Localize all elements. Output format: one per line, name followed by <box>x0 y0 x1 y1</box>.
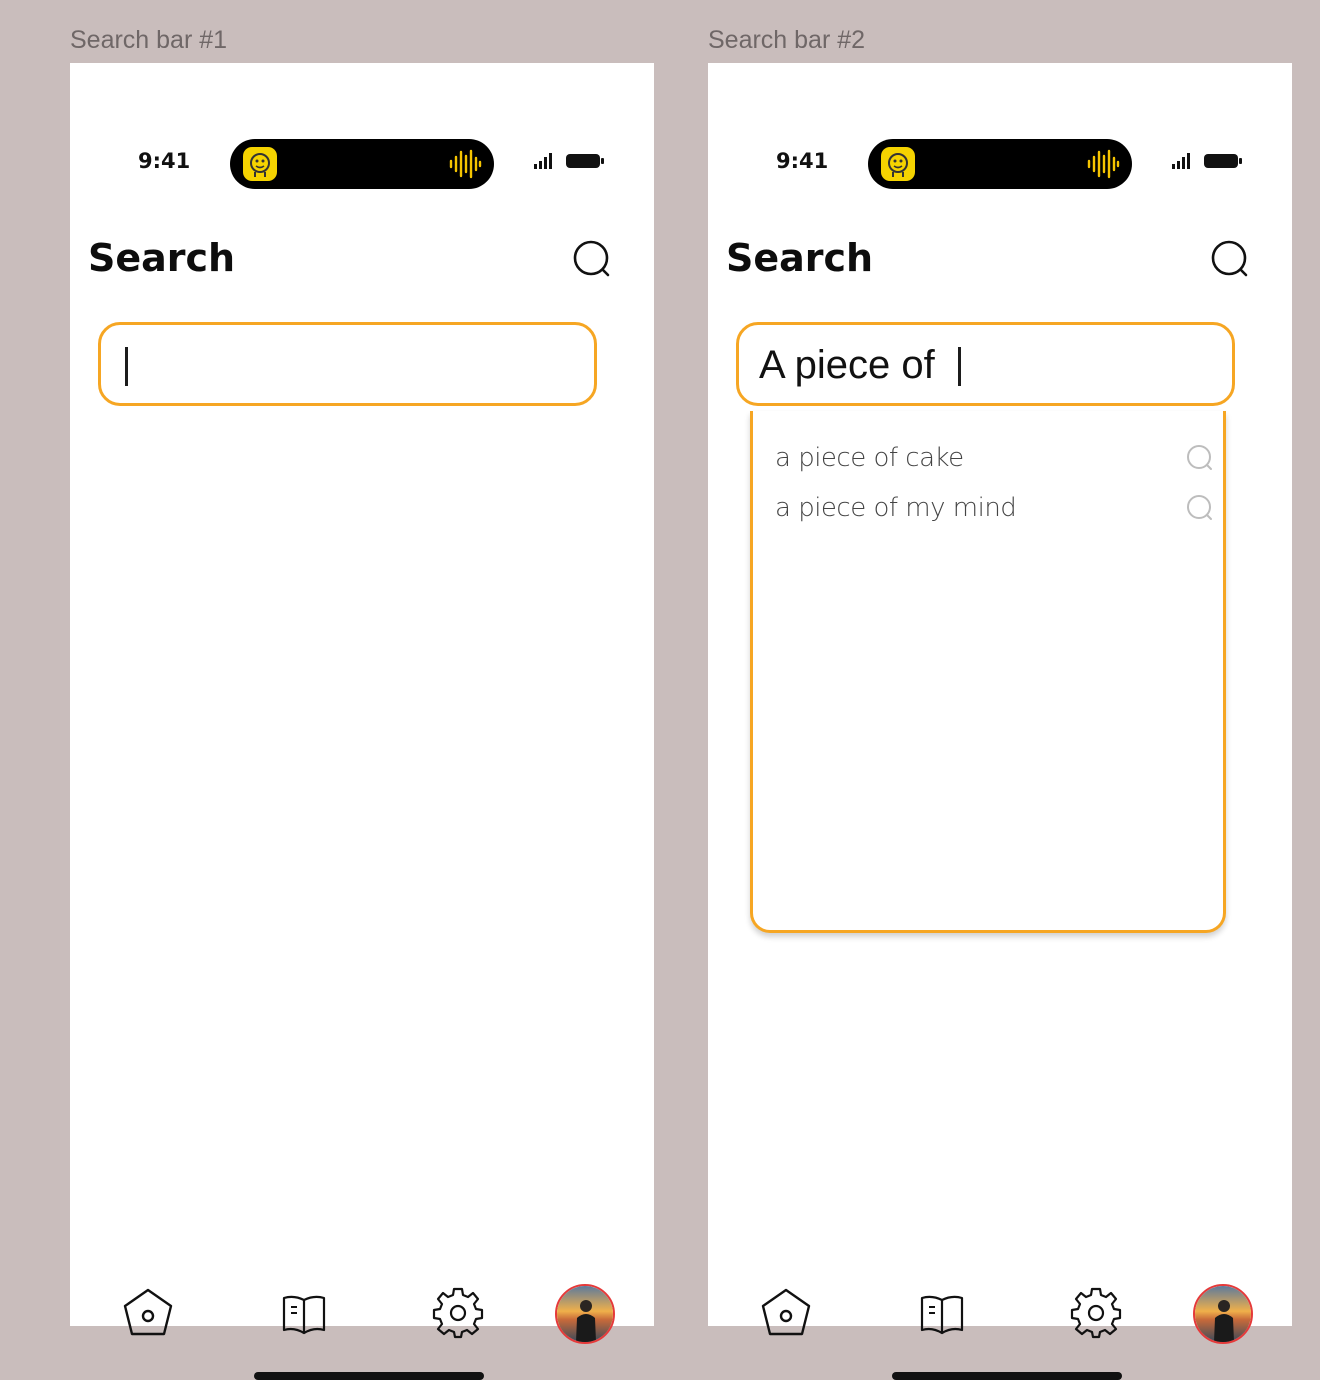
avatar[interactable] <box>555 1284 615 1344</box>
audio-wave-icon <box>1087 149 1120 179</box>
dynamic-island[interactable] <box>868 139 1132 189</box>
book-icon[interactable] <box>914 1285 970 1341</box>
search-icon <box>1187 445 1212 470</box>
page-title: Search <box>726 236 874 280</box>
phone-screen-1: 9:41 Search <box>70 63 654 1380</box>
frame-label-2: Search bar #2 <box>708 26 866 54</box>
audio-wave-icon <box>449 149 482 179</box>
suggestion-item[interactable]: a piece of cake <box>775 437 1215 477</box>
suggestion-label: a piece of cake <box>775 443 964 473</box>
phone-screen-2: 9:41 Search A piece of a piece of cake a… <box>708 63 1292 1380</box>
search-input[interactable]: A piece of <box>736 322 1235 406</box>
home-icon[interactable] <box>758 1285 814 1341</box>
app-icon <box>881 147 915 181</box>
settings-icon[interactable] <box>1068 1285 1124 1341</box>
page-title: Search <box>88 236 236 280</box>
suggestion-label: a piece of my mind <box>775 493 1017 523</box>
suggestions-dropdown: a piece of cake a piece of my mind <box>750 411 1226 933</box>
suggestion-item[interactable]: a piece of my mind <box>775 487 1215 527</box>
text-caret <box>958 347 961 386</box>
search-input-value: A piece of <box>759 343 935 387</box>
status-icons <box>534 153 604 169</box>
search-input[interactable] <box>98 322 597 406</box>
frame-label-1: Search bar #1 <box>70 26 228 54</box>
text-caret <box>125 347 128 386</box>
status-time: 9:41 <box>776 149 829 173</box>
status-time: 9:41 <box>138 149 191 173</box>
home-icon[interactable] <box>120 1285 176 1341</box>
settings-icon[interactable] <box>430 1285 486 1341</box>
home-indicator[interactable] <box>892 1372 1122 1380</box>
home-indicator[interactable] <box>254 1372 484 1380</box>
app-icon <box>243 147 277 181</box>
dynamic-island[interactable] <box>230 139 494 189</box>
search-icon[interactable] <box>570 238 614 282</box>
search-icon <box>1187 495 1212 520</box>
status-icons <box>1172 153 1242 169</box>
book-icon[interactable] <box>276 1285 332 1341</box>
search-icon[interactable] <box>1208 238 1252 282</box>
avatar[interactable] <box>1193 1284 1253 1344</box>
